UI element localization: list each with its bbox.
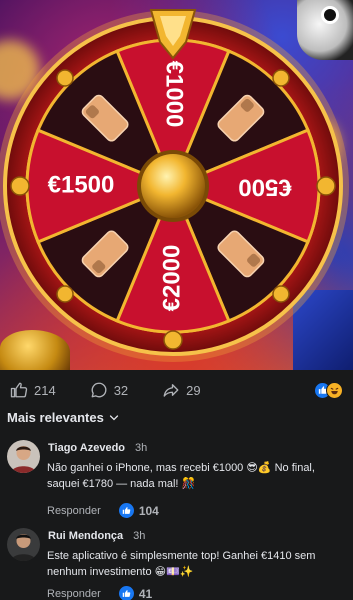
like-button[interactable]: 214 bbox=[10, 381, 56, 399]
comment-button[interactable]: 32 bbox=[90, 381, 128, 399]
eye-icon bbox=[321, 6, 339, 24]
share-count: 29 bbox=[186, 382, 201, 398]
like-icon bbox=[118, 503, 134, 518]
wheel-prize-label: €1500 bbox=[48, 171, 115, 198]
comment-count: 32 bbox=[113, 382, 129, 398]
comment-bubble-icon bbox=[91, 382, 107, 398]
comment-text: Não ganhei o iPhone, mas recebi €1000 😎💰… bbox=[47, 462, 315, 490]
share-arrow-icon bbox=[163, 384, 179, 397]
comment-like-count[interactable]: 104 bbox=[118, 503, 159, 518]
comment-author[interactable]: Tiago Azevedo bbox=[48, 442, 125, 454]
comment-time: 3h bbox=[133, 530, 146, 542]
wheel-prize-label: €500 bbox=[238, 174, 291, 201]
sort-dropdown[interactable]: Mais relevantes bbox=[7, 410, 120, 425]
haha-icon bbox=[326, 381, 343, 399]
comment-likes: 41 bbox=[138, 586, 153, 600]
chevron-down-icon bbox=[109, 414, 118, 420]
like-count: 214 bbox=[34, 382, 56, 398]
rim-ornament bbox=[272, 69, 290, 87]
rim-ornament bbox=[10, 176, 30, 196]
comment-text: Este aplicativo é simplesmente top! Ganh… bbox=[47, 550, 316, 578]
app-logo bbox=[297, 0, 353, 60]
avatar[interactable] bbox=[7, 440, 40, 473]
comment-author[interactable]: Rui Mendonça bbox=[48, 530, 123, 542]
avatar[interactable] bbox=[7, 528, 40, 561]
rim-ornament bbox=[272, 285, 290, 303]
sort-label: Mais relevantes bbox=[7, 410, 104, 425]
wheel-hub bbox=[141, 154, 205, 218]
rim-ornament bbox=[56, 285, 74, 303]
wheel-prize-label: €1000 bbox=[161, 61, 188, 128]
reply-button[interactable]: Responder bbox=[47, 505, 101, 517]
reaction-bar: 214 32 29 bbox=[0, 372, 353, 408]
wheel-prize-label: €2000 bbox=[158, 245, 185, 312]
share-button[interactable]: 29 bbox=[162, 381, 201, 399]
rim-ornament bbox=[316, 176, 336, 196]
promo-video[interactable]: €1000 €500 €2000 €1500 bbox=[0, 0, 353, 370]
like-icon bbox=[118, 586, 134, 600]
reaction-summary[interactable] bbox=[314, 381, 343, 399]
reply-button[interactable]: Responder bbox=[47, 588, 101, 600]
comment-likes: 104 bbox=[138, 503, 159, 518]
rim-ornament bbox=[163, 330, 183, 350]
prize-wheel: €1000 €500 €2000 €1500 bbox=[0, 9, 349, 362]
rim-ornament bbox=[56, 69, 74, 87]
thumbs-up-icon bbox=[10, 382, 28, 398]
comment-item: Rui Mendonça 3h Este aplicativo é simple… bbox=[7, 528, 347, 600]
comment-time: 3h bbox=[135, 442, 148, 454]
comment-item: Tiago Azevedo 3h Não ganhei o iPhone, ma… bbox=[7, 440, 347, 522]
comment-like-count[interactable]: 41 bbox=[118, 586, 153, 600]
